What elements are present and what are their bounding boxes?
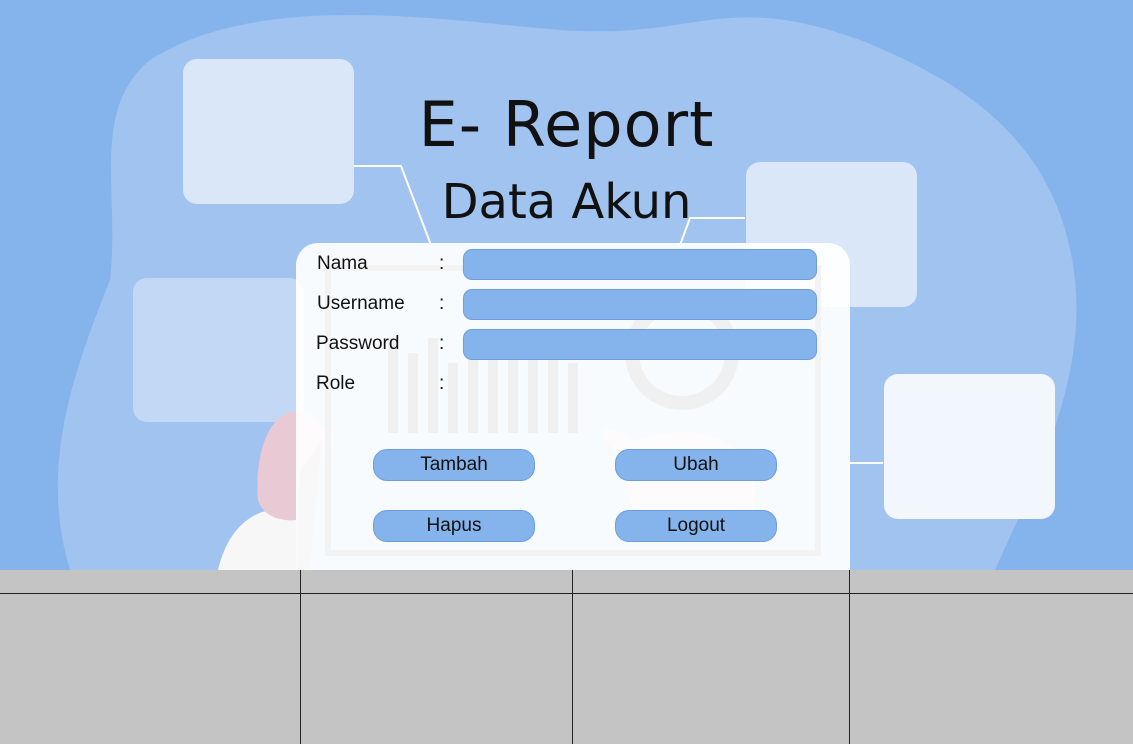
role-label: Role xyxy=(316,373,356,394)
ubah-button[interactable]: Ubah xyxy=(615,449,777,481)
column-divider xyxy=(300,570,301,744)
username-label: Username xyxy=(317,293,405,314)
role-colon: : xyxy=(439,373,445,394)
password-colon: : xyxy=(439,333,445,354)
logout-button[interactable]: Logout xyxy=(615,510,777,542)
nama-input[interactable] xyxy=(463,249,817,280)
data-table[interactable] xyxy=(0,570,1133,744)
column-divider xyxy=(572,570,573,744)
tambah-button[interactable]: Tambah xyxy=(373,449,535,481)
username-colon: : xyxy=(439,293,445,314)
page-title: Data Akun xyxy=(441,174,692,230)
table-header-divider xyxy=(0,593,1133,594)
hapus-button[interactable]: Hapus xyxy=(373,510,535,542)
column-divider xyxy=(849,570,850,744)
username-input[interactable] xyxy=(463,289,817,320)
app-title: E- Report xyxy=(418,88,715,161)
password-input[interactable] xyxy=(463,329,817,360)
nama-label: Nama xyxy=(317,253,368,274)
password-label: Password xyxy=(316,333,400,354)
nama-colon: : xyxy=(439,253,445,274)
